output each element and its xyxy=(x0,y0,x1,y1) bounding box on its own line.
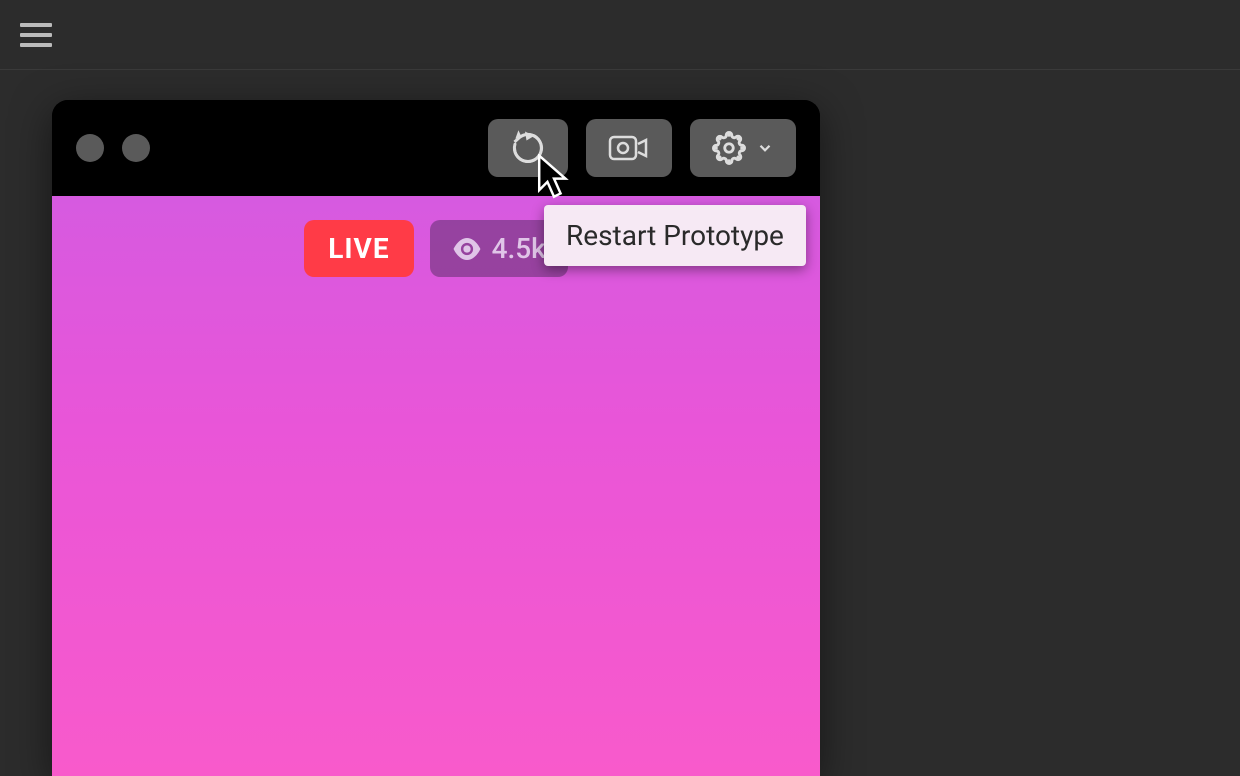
settings-button[interactable] xyxy=(690,119,796,177)
restart-prototype-button[interactable] xyxy=(488,119,568,177)
restart-icon xyxy=(510,130,546,166)
chevron-down-icon xyxy=(756,139,774,157)
restart-tooltip: Restart Prototype xyxy=(544,205,806,266)
viewer-count-text: 4.5k xyxy=(492,232,546,265)
record-button[interactable] xyxy=(586,119,672,177)
hamburger-menu-button[interactable] xyxy=(20,23,52,47)
window-traffic-lights xyxy=(76,134,150,162)
window-titlebar xyxy=(52,100,820,196)
window-close-dot[interactable] xyxy=(76,134,104,162)
prototype-preview-window: LIVE 4.5k xyxy=(52,100,820,776)
hamburger-icon xyxy=(20,23,52,27)
camera-icon xyxy=(608,133,650,163)
preview-toolbar xyxy=(488,119,796,177)
gear-icon xyxy=(712,131,746,165)
window-minimize-dot[interactable] xyxy=(122,134,150,162)
live-badge: LIVE xyxy=(304,220,413,277)
eye-icon xyxy=(452,238,482,260)
prototype-canvas: LIVE 4.5k xyxy=(52,196,820,776)
app-topbar xyxy=(0,0,1240,70)
